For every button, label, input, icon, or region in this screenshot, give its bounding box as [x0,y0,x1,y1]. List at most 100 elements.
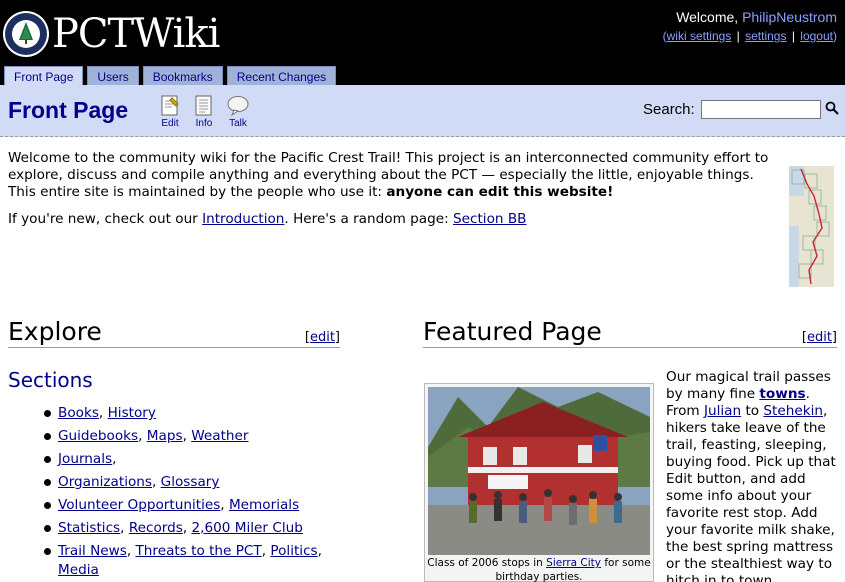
talk-icon [227,96,249,117]
nav-tabs: Front Page Users Bookmarks Recent Change… [0,66,337,86]
glossary-link[interactable]: Glossary [161,474,220,490]
explore-heading: Explore [edit] [8,318,340,348]
random-page-link[interactable]: Section BB [453,211,526,227]
list-item: Trail News, Threats to the PCT, Politics… [44,542,322,580]
link-separator: | [736,29,740,43]
list-item: Organizations, Glossary [44,473,322,496]
bracket-close: ] [334,330,340,345]
statistics-link[interactable]: Statistics [58,520,120,536]
site-header: PCTWiki Welcome, PhilipNeustrom (wiki se… [0,0,845,86]
journals-link[interactable]: Journals [58,451,112,467]
newcomer-paragraph: If you're new, check out our Introductio… [8,211,778,228]
introduction-link[interactable]: Introduction [202,211,284,227]
comma: , [182,520,192,536]
page-title: Front Page [8,97,129,123]
explore-edit: [edit] [305,330,340,345]
photo-caption: Class of 2006 stops in Sierra City for s… [427,556,651,582]
pct-map-thumbnail[interactable] [789,166,834,287]
organizations-link[interactable]: Organizations [58,474,152,490]
welcome-line: Welcome, PhilipNeustrom [663,8,837,26]
site-logo[interactable]: PCTWiki [2,8,220,60]
julian-link[interactable]: Julian [704,403,741,419]
talk-action[interactable]: Talk [223,95,253,129]
newcomer-text-b: . Here's a random page: [284,211,453,227]
edit-action[interactable]: Edit [155,95,185,129]
intro-paragraph: Welcome to the community wiki for the Pa… [8,150,778,201]
comma: , [138,428,147,444]
info-icon [195,95,212,116]
explore-title: Explore [8,317,102,346]
history-link[interactable]: History [108,405,156,421]
comma: , [152,474,161,490]
guidebooks-link[interactable]: Guidebooks [58,428,138,444]
logout-link[interactable]: logout [800,29,833,43]
info-action[interactable]: Info [189,95,219,129]
towns-link[interactable]: towns [759,386,805,402]
sections-list: Books, History Guidebooks, Maps, Weather… [44,404,322,580]
trail-news-link[interactable]: Trail News [58,543,127,559]
welcome-label: Welcome, [676,9,739,25]
featured-text: Our magical trail passes by many fine to… [666,369,838,582]
comma: , [126,543,136,559]
stehekin-link[interactable]: Stehekin [763,403,823,419]
bracket-close: ] [831,330,837,345]
list-item: Statistics, Records, 2,600 Miler Club [44,519,322,542]
memorials-link[interactable]: Memorials [229,497,299,513]
comma: , [317,543,322,559]
caption-text-a: Class of 2006 stops in [427,557,547,569]
paren-close: ) [833,29,837,43]
page-bar: Front Page Edit Info Talk Search: [0,85,845,137]
talk-action-label: Talk [229,118,247,129]
username-link[interactable]: PhilipNeustrom [742,9,837,25]
settings-link[interactable]: settings [745,29,786,43]
wiki-settings-link[interactable]: wiki settings [667,29,732,43]
sierra-city-link[interactable]: Sierra City [546,557,601,569]
featured-text-d: , hikers take leave of the trail, feasti… [666,403,836,582]
tab-bookmarks[interactable]: Bookmarks [142,66,223,85]
link-separator: | [791,29,795,43]
featured-heading: Featured Page [edit] [423,318,837,348]
search-input[interactable] [701,100,821,119]
user-box: Welcome, PhilipNeustrom (wiki settings |… [663,8,837,44]
explore-edit-link[interactable]: edit [310,330,335,345]
featured-edit-link[interactable]: edit [807,330,832,345]
tab-recent-changes[interactable]: Recent Changes [226,66,337,85]
tab-front-page[interactable]: Front Page [4,66,84,86]
featured-edit: [edit] [802,330,837,345]
edit-icon [161,95,179,116]
list-item: Guidebooks, Maps, Weather [44,427,322,450]
volunteer-link[interactable]: Volunteer Opportunities [58,497,220,513]
comma: , [182,428,192,444]
info-action-label: Info [195,118,213,129]
threats-link[interactable]: Threats to the PCT [136,543,262,559]
featured-photo[interactable] [428,387,650,555]
site-logo-text: PCTWiki [52,11,220,57]
miler-club-link[interactable]: 2,600 Miler Club [192,520,303,536]
list-item: Books, History [44,404,322,427]
maps-link[interactable]: Maps [147,428,183,444]
intro-content: Welcome to the community wiki for the Pa… [8,150,778,238]
tab-users[interactable]: Users [87,66,139,85]
featured-photo-box: Class of 2006 stops in Sierra City for s… [424,383,654,582]
politics-link[interactable]: Politics [270,543,317,559]
list-item: Journals, [44,450,322,473]
list-item: Volunteer Opportunities, Memorials [44,496,322,519]
newcomer-text-a: If you're new, check out our [8,211,203,227]
records-link[interactable]: Records [129,520,183,536]
featured-text-c: to [741,403,764,419]
trailing-comma: , [112,451,117,467]
intro-bold: anyone can edit this website! [386,184,614,200]
comma: , [220,497,229,513]
books-link[interactable]: Books [58,405,99,421]
featured-title: Featured Page [423,317,602,346]
edit-action-label: Edit [161,118,179,129]
comma: , [120,520,129,536]
sections-heading: Sections [8,368,93,392]
media-link[interactable]: Media [58,562,99,578]
comma: , [98,405,108,421]
search-icon[interactable] [825,101,839,115]
search-label: Search: [643,101,695,118]
pct-badge-icon [3,11,49,57]
user-links: (wiki settings | settings | logout) [663,28,837,44]
weather-link[interactable]: Weather [191,428,248,444]
